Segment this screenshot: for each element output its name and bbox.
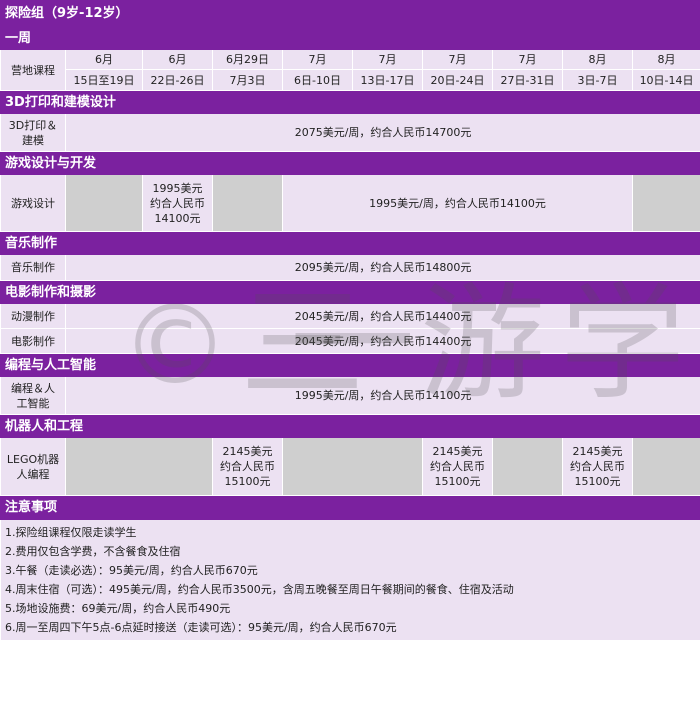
price-line: 15100元 bbox=[574, 475, 621, 488]
section-title: 游戏设计与开发 bbox=[0, 151, 700, 175]
price-line: 约合人民币 bbox=[570, 460, 625, 473]
course-name: LEGO机器 人编程 bbox=[0, 437, 66, 496]
price-line: 1995美元 bbox=[152, 181, 203, 195]
unavailable-cell bbox=[212, 174, 283, 232]
course-row-movie: 电影制作 2045美元/周，约合人民币14400元 bbox=[0, 328, 700, 354]
unavailable-cell bbox=[492, 437, 563, 496]
course-name-line: 工智能 bbox=[16, 396, 50, 410]
note-item: 6.周一至周四下午5点-6点延时接送（走读可选）：95美元/周，约合人民币670… bbox=[5, 621, 397, 634]
course-row-3d: 3D打印＆ 建模 2075美元/周，约合人民币14700元 bbox=[0, 113, 700, 152]
week-dates: 15日至19日 bbox=[65, 69, 143, 91]
price-cell: 1995美元 约合人民币 14100元 bbox=[142, 174, 213, 232]
week-dates: 6日-10日 bbox=[282, 69, 353, 91]
week-month: 7月 bbox=[352, 49, 423, 70]
week-dates: 13日-17日 bbox=[352, 69, 423, 91]
price-cell: 1995美元/周，约合人民币14100元 bbox=[64, 376, 700, 415]
section-title: 3D打印和建模设计 bbox=[0, 90, 700, 114]
price-cell: 2095美元/周，约合人民币14800元 bbox=[64, 254, 700, 281]
note-item: 5.场地设施费：69美元/周，约合人民币490元 bbox=[5, 602, 231, 615]
week-dates: 27日-31日 bbox=[492, 69, 563, 91]
week-dates: 10日-14日 bbox=[631, 69, 700, 91]
price-cell: 1995美元/周，约合人民币14100元 bbox=[282, 174, 633, 232]
week-dates-row: 15日至19日 22日-26日 7月3日 6日-10日 13日-17日 20日-… bbox=[1, 69, 700, 91]
price-line: 14100元 bbox=[154, 211, 201, 225]
week-dates: 7月3日 bbox=[212, 69, 283, 91]
duration-header: 一周 bbox=[0, 26, 700, 50]
notes-list: 1.探险组课程仅限走读学生 2.费用仅包含学费，不含餐食及住宿 3.午餐（走读必… bbox=[0, 519, 700, 641]
section-title: 音乐制作 bbox=[0, 231, 700, 255]
price-line: 2145美元 bbox=[222, 445, 273, 458]
price-cell: 2045美元/周，约合人民币14400元 bbox=[64, 303, 700, 329]
duration-row: 一周 bbox=[0, 26, 700, 50]
price-line: 约合人民币 bbox=[150, 196, 205, 210]
week-month: 6月 bbox=[142, 49, 213, 70]
course-name-line: LEGO机器 bbox=[6, 452, 60, 466]
price-line: 15100元 bbox=[434, 475, 481, 488]
course-name-line: 建模 bbox=[22, 133, 44, 147]
unavailable-cell bbox=[282, 437, 423, 496]
note-item: 2.费用仅包含学费，不含餐食及住宿 bbox=[5, 545, 181, 558]
section-header-coding: 编程与人工智能 bbox=[0, 353, 700, 377]
page-title: 探险组（9岁-12岁） bbox=[0, 0, 700, 27]
course-row-anim: 动漫制作 2045美元/周，约合人民币14400元 bbox=[0, 303, 700, 329]
price-cell: 2145美元 约合人民币 15100元 bbox=[422, 437, 493, 496]
course-row-game: 游戏设计 1995美元 约合人民币 14100元 1995美元/周，约合人民币1… bbox=[0, 174, 700, 232]
unavailable-cell bbox=[65, 174, 143, 232]
week-month: 7月 bbox=[422, 49, 493, 70]
section-header-film: 电影制作和摄影 bbox=[0, 280, 700, 304]
note-item: 3.午餐（走读必选）：95美元/周，约合人民币670元 bbox=[5, 564, 258, 577]
price-cell: 2145美元 约合人民币 15100元 bbox=[562, 437, 633, 496]
course-name-line: 人编程 bbox=[16, 467, 50, 481]
price-line: 2145美元 bbox=[432, 445, 483, 458]
price-cell: 2045美元/周，约合人民币14400元 bbox=[64, 328, 700, 354]
price-line: 15100元 bbox=[224, 475, 271, 488]
price-line: 约合人民币 bbox=[220, 460, 275, 473]
week-month: 8月 bbox=[631, 49, 700, 70]
course-name-line: 3D打印＆ bbox=[8, 118, 58, 132]
section-header-game: 游戏设计与开发 bbox=[0, 151, 700, 175]
course-name: 电影制作 bbox=[0, 328, 66, 354]
section-title: 注意事项 bbox=[0, 495, 700, 520]
title-row: 探险组（9岁-12岁） bbox=[0, 0, 700, 27]
section-header-3d: 3D打印和建模设计 bbox=[0, 90, 700, 114]
course-name-line: 编程＆人 bbox=[11, 381, 55, 395]
week-dates: 3日-7日 bbox=[562, 69, 633, 91]
week-month: 7月 bbox=[492, 49, 563, 70]
section-title: 机器人和工程 bbox=[0, 414, 700, 438]
section-header-notes: 注意事项 bbox=[0, 495, 700, 520]
camp-schedule-table: 探险组（9岁-12岁） 一周 营地课程 6月 6月 6月29日 7月 7月 7月… bbox=[0, 0, 700, 641]
section-header-robot: 机器人和工程 bbox=[0, 414, 700, 438]
week-dates: 22日-26日 bbox=[142, 69, 213, 91]
price-cell: 2075美元/周，约合人民币14700元 bbox=[64, 113, 700, 152]
course-row-music: 音乐制作 2095美元/周，约合人民币14800元 bbox=[0, 254, 700, 281]
section-header-music: 音乐制作 bbox=[0, 231, 700, 255]
section-title: 编程与人工智能 bbox=[0, 353, 700, 377]
course-row-coding: 编程＆人 工智能 1995美元/周，约合人民币14100元 bbox=[0, 376, 700, 415]
price-cell: 2145美元 约合人民币 15100元 bbox=[212, 437, 283, 496]
course-row-robot: LEGO机器 人编程 2145美元 约合人民币 15100元 2145美元 约合… bbox=[0, 437, 700, 496]
course-name: 动漫制作 bbox=[0, 303, 66, 329]
section-title: 电影制作和摄影 bbox=[0, 280, 700, 304]
week-month: 6月29日 bbox=[212, 49, 283, 70]
note-item: 4.周末住宿（可选）：495美元/周，约合人民币3500元，含周五晚餐至周日午餐… bbox=[5, 583, 514, 596]
unavailable-cell bbox=[631, 174, 700, 232]
week-month: 6月 bbox=[65, 49, 143, 70]
week-month: 8月 bbox=[562, 49, 633, 70]
course-name: 编程＆人 工智能 bbox=[0, 376, 66, 415]
week-month: 7月 bbox=[282, 49, 353, 70]
note-item: 1.探险组课程仅限走读学生 bbox=[5, 526, 137, 539]
unavailable-cell bbox=[631, 437, 700, 496]
weeks-label: 营地课程 bbox=[0, 49, 66, 91]
course-name: 游戏设计 bbox=[0, 174, 66, 232]
course-name: 音乐制作 bbox=[0, 254, 66, 281]
week-month-row: 营地课程 6月 6月 6月29日 7月 7月 7月 7月 8月 8月 bbox=[0, 49, 700, 91]
unavailable-cell bbox=[65, 437, 213, 496]
week-dates: 20日-24日 bbox=[422, 69, 493, 91]
price-line: 2145美元 bbox=[572, 445, 623, 458]
notes-row: 1.探险组课程仅限走读学生 2.费用仅包含学费，不含餐食及住宿 3.午餐（走读必… bbox=[0, 519, 700, 641]
price-line: 约合人民币 bbox=[430, 460, 485, 473]
course-name: 3D打印＆ 建模 bbox=[0, 113, 66, 152]
